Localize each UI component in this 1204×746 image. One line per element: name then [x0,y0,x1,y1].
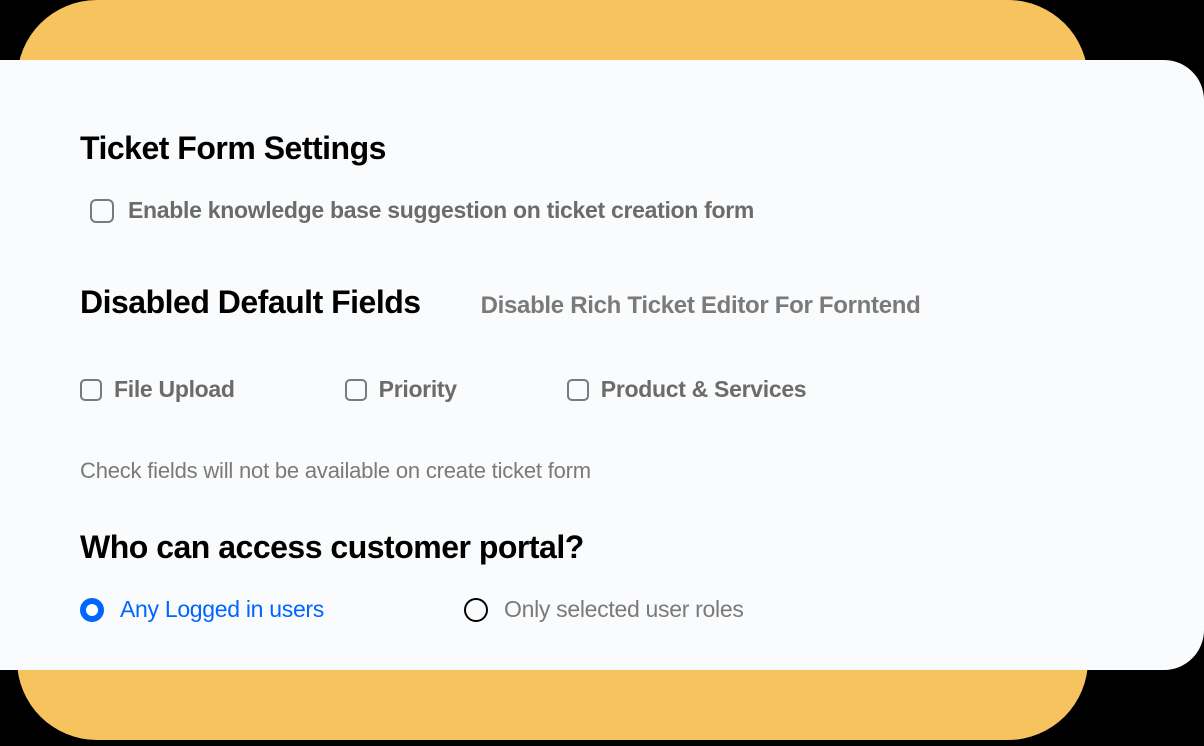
disabled-fields-heading: Disabled Default Fields [80,284,421,321]
selected-roles-label: Only selected user roles [504,596,744,623]
any-logged-radio[interactable] [80,598,104,622]
file-upload-label: File Upload [114,376,235,403]
settings-panel: Ticket Form Settings Enable knowledge ba… [0,60,1204,670]
any-logged-label: Any Logged in users [120,596,324,623]
priority-field: Priority [345,376,457,403]
enable-kb-checkbox[interactable] [90,199,114,223]
disabled-fields-header: Disabled Default Fields Disable Rich Tic… [80,284,1124,321]
priority-label: Priority [379,376,457,403]
access-heading: Who can access customer portal? [80,529,1124,566]
product-services-field: Product & Services [567,376,807,403]
disabled-fields-helper: Check fields will not be available on cr… [80,458,1124,484]
file-upload-checkbox[interactable] [80,379,102,401]
any-logged-option: Any Logged in users [80,596,324,623]
selected-roles-radio[interactable] [464,598,488,622]
disable-rich-editor-label: Disable Rich Ticket Editor For Forntend [481,292,921,320]
priority-checkbox[interactable] [345,379,367,401]
access-options-row: Any Logged in users Only selected user r… [80,596,1124,623]
disabled-fields-row: File Upload Priority Product & Services [80,376,1124,403]
enable-kb-label: Enable knowledge base suggestion on tick… [128,197,754,224]
file-upload-field: File Upload [80,376,235,403]
enable-kb-row: Enable knowledge base suggestion on tick… [90,197,1124,224]
product-services-checkbox[interactable] [567,379,589,401]
ticket-form-settings-heading: Ticket Form Settings [80,130,1124,167]
selected-roles-option: Only selected user roles [464,596,744,623]
product-services-label: Product & Services [601,376,807,403]
